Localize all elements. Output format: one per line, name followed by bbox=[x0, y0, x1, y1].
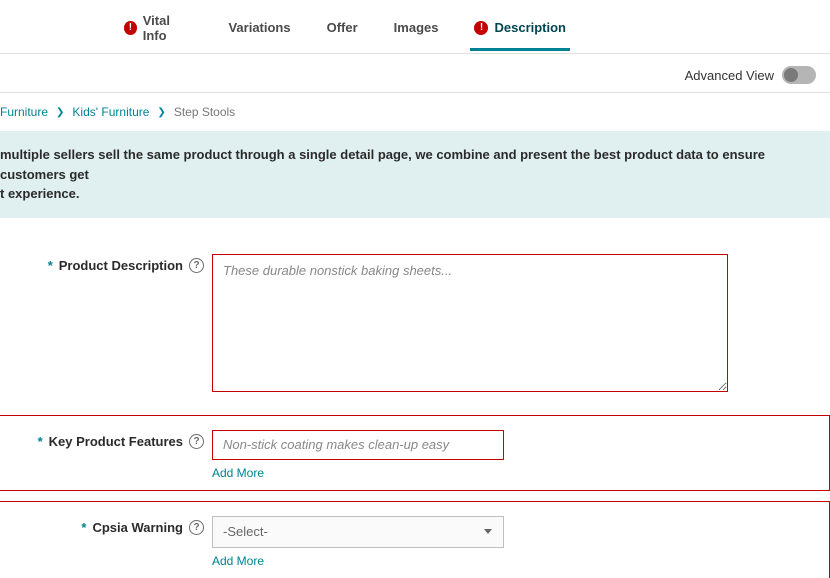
select-wrapper: -Select- bbox=[212, 516, 504, 548]
required-mark: * bbox=[38, 434, 43, 449]
breadcrumb-current: Step Stools bbox=[174, 105, 235, 119]
chevron-right-icon: ❯ bbox=[157, 107, 165, 118]
alert-icon: ! bbox=[474, 21, 488, 35]
help-icon[interactable]: ? bbox=[189, 258, 204, 273]
field-label-cell: * Key Product Features ? bbox=[0, 430, 212, 449]
tab-offer[interactable]: Offer bbox=[323, 2, 362, 51]
field-control bbox=[212, 254, 830, 395]
tab-vital-info[interactable]: ! Vital Info bbox=[120, 0, 196, 59]
key-feature-input[interactable] bbox=[212, 430, 504, 460]
product-description-input[interactable] bbox=[212, 254, 728, 392]
field-product-description: * Product Description ? bbox=[0, 248, 830, 401]
field-control: Add More bbox=[212, 430, 815, 480]
info-banner: multiple sellers sell the same product t… bbox=[0, 131, 830, 218]
required-mark: * bbox=[48, 258, 53, 273]
cpsia-warning-select[interactable]: -Select- bbox=[212, 516, 504, 548]
tab-label: Description bbox=[494, 20, 566, 35]
chevron-right-icon: ❯ bbox=[56, 107, 64, 118]
advanced-view-label: Advanced View bbox=[685, 68, 774, 83]
tab-label: Images bbox=[394, 20, 439, 35]
field-label-cell: * Product Description ? bbox=[0, 254, 212, 273]
field-label: Key Product Features bbox=[49, 434, 183, 449]
field-key-features: * Key Product Features ? Add More bbox=[0, 415, 830, 491]
breadcrumb-link[interactable]: Furniture bbox=[0, 105, 48, 119]
description-form: * Product Description ? * Key Product Fe… bbox=[0, 248, 830, 578]
help-icon[interactable]: ? bbox=[189, 434, 204, 449]
add-more-link[interactable]: Add More bbox=[212, 466, 264, 480]
tab-label: Vital Info bbox=[143, 13, 193, 43]
breadcrumb: Furniture ❯ Kids' Furniture ❯ Step Stool… bbox=[0, 92, 830, 131]
tab-label: Offer bbox=[327, 20, 358, 35]
field-label-cell: * Cpsia Warning ? bbox=[0, 516, 212, 535]
field-label: Cpsia Warning bbox=[92, 520, 183, 535]
info-banner-line: multiple sellers sell the same product t… bbox=[0, 145, 822, 184]
add-more-link[interactable]: Add More bbox=[212, 554, 264, 568]
tab-variations[interactable]: Variations bbox=[224, 2, 294, 51]
field-cpsia-warning: * Cpsia Warning ? -Select- Add More bbox=[0, 501, 830, 578]
advanced-view-toggle[interactable] bbox=[782, 66, 816, 84]
required-mark: * bbox=[81, 520, 86, 535]
tab-label: Variations bbox=[228, 20, 290, 35]
tab-description[interactable]: ! Description bbox=[470, 2, 570, 51]
tab-images[interactable]: Images bbox=[390, 2, 443, 51]
info-banner-line: t experience. bbox=[0, 184, 822, 204]
advanced-view-row: Advanced View bbox=[0, 54, 830, 92]
field-label: Product Description bbox=[59, 258, 183, 273]
tab-bar: ! Vital Info Variations Offer Images ! D… bbox=[0, 0, 830, 54]
breadcrumb-link[interactable]: Kids' Furniture bbox=[72, 105, 149, 119]
help-icon[interactable]: ? bbox=[189, 520, 204, 535]
alert-icon: ! bbox=[124, 21, 137, 35]
